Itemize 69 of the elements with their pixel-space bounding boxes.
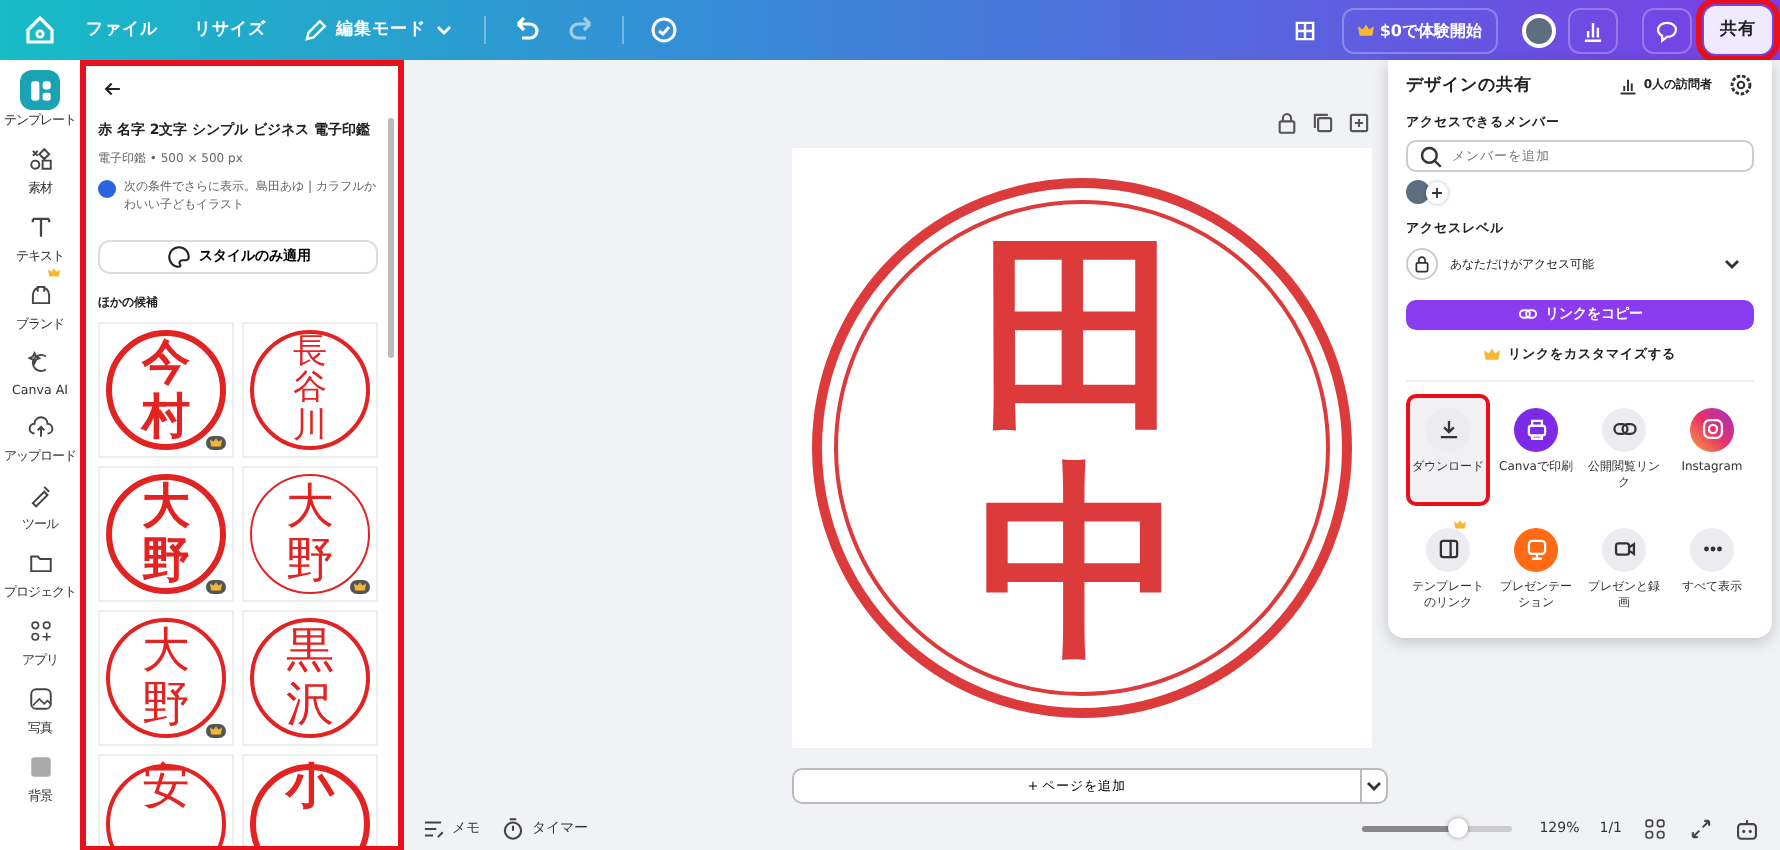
stamp-name: 今村: [142, 336, 190, 442]
photo-icon[interactable]: [27, 685, 53, 711]
stamp-name: 大野: [142, 624, 190, 730]
template-thumbnail[interactable]: 今村: [98, 321, 234, 458]
stamp-name: 長谷川: [293, 333, 327, 446]
bar-chart-icon: [1580, 17, 1606, 43]
dropdown-button[interactable]: [1360, 768, 1388, 804]
brand-icon[interactable]: [27, 281, 53, 307]
timer-icon: [500, 815, 526, 841]
popup-title: デザインの共有: [1406, 73, 1534, 97]
present-icon: [1523, 536, 1549, 563]
add-page-icon[interactable]: [1346, 110, 1372, 136]
stamp-name: 大野: [142, 480, 190, 586]
avatar[interactable]: [1522, 13, 1556, 47]
lock-icon: [1412, 254, 1432, 275]
stamp-ring: [250, 329, 370, 450]
design-page[interactable]: 田中: [792, 148, 1372, 748]
tools-icon[interactable]: [27, 481, 53, 507]
back-arrow-icon[interactable]: [102, 78, 124, 100]
template-thumbnail[interactable]: 大野: [98, 609, 234, 746]
search-icon: [1418, 143, 1444, 170]
creator-avatar: [98, 180, 116, 198]
template-thumbnail[interactable]: 黒沢: [242, 609, 378, 746]
stamp-ring: [250, 617, 370, 738]
copy-icon[interactable]: [1310, 110, 1336, 136]
assistant-icon[interactable]: [1734, 815, 1760, 841]
cloud-check-icon[interactable]: [648, 14, 680, 46]
palette-icon: [165, 243, 191, 270]
stamp-name: 黒沢: [286, 624, 334, 730]
template-thumbnail[interactable]: 長谷川: [242, 321, 378, 458]
grid-icon[interactable]: [1291, 17, 1318, 43]
notes-icon: [420, 815, 446, 841]
member-avatar[interactable]: [1406, 180, 1430, 205]
insights-button[interactable]: [1568, 7, 1618, 53]
trial-button[interactable]: $0で体験開始: [1341, 7, 1498, 53]
share-button[interactable]: 共有: [1704, 6, 1772, 54]
template-thumbnail[interactable]: 大野: [242, 465, 378, 602]
stamp-name: 田中: [978, 219, 1186, 677]
template-thumbnail[interactable]: 大野: [98, 465, 234, 602]
zoom-slider-thumb[interactable]: [1448, 817, 1469, 837]
pencil-icon: [302, 17, 328, 43]
print-icon: [1523, 416, 1549, 443]
upload-icon[interactable]: [27, 413, 53, 439]
bar-chart-icon: [1617, 75, 1638, 95]
stamp-name: 小: [286, 759, 334, 812]
link-icon: [1517, 304, 1537, 325]
download-icon: [1435, 416, 1461, 443]
grid-view-icon[interactable]: [1642, 815, 1668, 841]
instagram-icon: [1699, 416, 1725, 443]
crown-icon: [1357, 23, 1374, 37]
lock-icon[interactable]: [1274, 110, 1300, 136]
elements-icon[interactable]: [27, 145, 53, 171]
template-icon: [1435, 536, 1461, 563]
stamp-name: 大野: [286, 480, 334, 586]
comment-button[interactable]: [1642, 7, 1692, 53]
template-thumbnail[interactable]: 小: [242, 753, 378, 846]
crown-icon: [1484, 347, 1500, 362]
settings-icon[interactable]: [1728, 72, 1754, 98]
apps-icon[interactable]: [27, 617, 53, 643]
text-icon[interactable]: [27, 213, 53, 239]
chevron-down-icon: [434, 20, 454, 40]
plus-icon: [1430, 185, 1444, 200]
template-icon[interactable]: [27, 77, 53, 103]
chevron-down-icon: [1364, 776, 1384, 796]
scrollbar[interactable]: [388, 118, 394, 358]
speech-bubble-icon: [1654, 17, 1680, 43]
selected-highlight[interactable]: [20, 70, 60, 110]
fullscreen-icon[interactable]: [1688, 815, 1714, 841]
add-member-button[interactable]: [1426, 181, 1448, 204]
